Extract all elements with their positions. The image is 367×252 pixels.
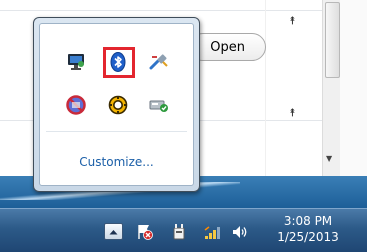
open-button-label: Open [210,39,245,55]
bluetooth-highlight-box [103,47,135,78]
scroll-down-arrow-icon[interactable]: ▼ [326,154,332,163]
action-center-flag-icon[interactable] [136,223,154,241]
scrollbar-thumb[interactable] [325,2,340,78]
network-monitor-icon[interactable] [65,51,87,73]
clock-time: 3:08 PM [283,214,333,228]
volume-icon[interactable] [231,223,249,241]
chevron-up-icon [109,229,118,234]
clock-date: 1/25/2013 [277,230,339,244]
usb-plug-icon[interactable] [148,51,170,73]
power-plug-icon[interactable] [170,223,188,241]
block-shield-icon[interactable] [65,94,87,116]
collapse-chevron-icon[interactable]: ⯭ [289,107,296,118]
open-button[interactable]: Open [189,33,266,61]
column-divider [265,0,266,198]
vertical-scrollbar[interactable]: ▼ [322,0,340,176]
signal-bars-icon[interactable] [204,223,222,241]
safely-remove-hardware-icon[interactable] [148,94,170,116]
notification-overflow-popup: Customize... [33,17,200,192]
customize-link[interactable]: Customize... [40,155,193,169]
window-edge [340,0,367,198]
taskbar-clock[interactable]: 3:08 PM 1/25/2013 [268,213,348,245]
gear-app-icon[interactable] [107,94,129,116]
popup-content: Customize... [39,23,194,186]
collapse-chevron-icon[interactable]: ⯭ [289,15,296,26]
popup-separator [46,131,187,132]
show-hidden-icons-button[interactable] [104,223,123,240]
row-divider [0,10,345,11]
